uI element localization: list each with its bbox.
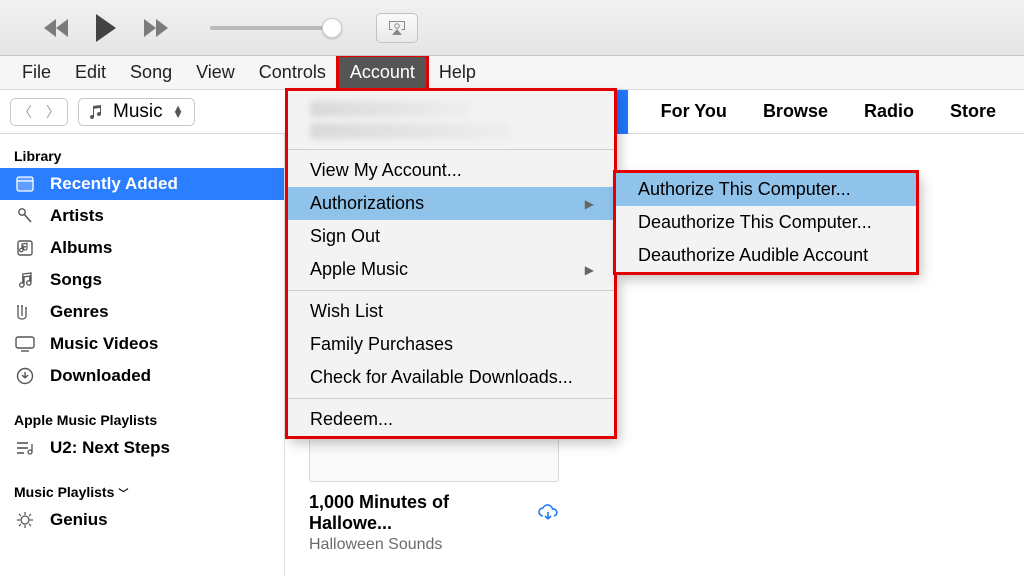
sidebar-header-music-playlists[interactable]: Music Playlists ﹀ (0, 478, 284, 504)
sidebar-item-label: U2: Next Steps (50, 438, 170, 458)
menu-edit[interactable]: Edit (63, 56, 118, 89)
menu-item-deauthorize-audible[interactable]: Deauthorize Audible Account (616, 239, 916, 272)
tab-browse[interactable]: Browse (763, 101, 828, 122)
tab-for-you[interactable]: For You (661, 101, 727, 122)
sidebar-item-label: Music Videos (50, 334, 158, 354)
menu-file[interactable]: File (10, 56, 63, 89)
menu-view[interactable]: View (184, 56, 247, 89)
picker-caret-icon: ▲▼ (173, 106, 184, 118)
submenu-arrow-icon: ▶ (585, 263, 594, 277)
guitar-icon (14, 303, 36, 321)
sidebar-item-label: Artists (50, 206, 104, 226)
volume-knob[interactable] (322, 18, 342, 38)
rewind-button[interactable] (40, 12, 72, 44)
menu-item-wish-list[interactable]: Wish List (288, 295, 614, 328)
sidebar-header-apple-playlists: Apple Music Playlists (0, 406, 284, 432)
tabs: For You Browse Radio Store (661, 101, 996, 122)
sidebar-item-downloaded[interactable]: Downloaded (0, 360, 284, 392)
media-picker-label: Music (113, 101, 163, 123)
sidebar-item-recently-added[interactable]: Recently Added (0, 168, 284, 200)
sidebar-item-songs[interactable]: Songs (0, 264, 284, 296)
album-title: 1,000 Minutes of Hallowe... (309, 492, 527, 534)
authorizations-submenu: Authorize This Computer... Deauthorize T… (615, 172, 917, 273)
tab-radio[interactable]: Radio (864, 101, 914, 122)
menu-item-family-purchases[interactable]: Family Purchases (288, 328, 614, 361)
menu-item-deauthorize-computer[interactable]: Deauthorize This Computer... (616, 206, 916, 239)
tab-store[interactable]: Store (950, 101, 996, 122)
menu-controls[interactable]: Controls (247, 56, 338, 89)
menu-item-apple-music[interactable]: Apple Music▶ (288, 253, 614, 286)
sidebar-item-label: Genres (50, 302, 109, 322)
account-menu: View My Account... Authorizations▶ Sign … (287, 90, 615, 437)
menu-bar: File Edit Song View Controls Account Hel… (0, 56, 1024, 90)
menu-account[interactable]: Account (338, 56, 427, 89)
sidebar: Library Recently Added Artists Albums So… (0, 134, 285, 576)
play-button[interactable] (90, 12, 122, 44)
account-email-redacted (310, 123, 510, 139)
calendar-icon (14, 175, 36, 193)
submenu-arrow-icon: ▶ (585, 197, 594, 211)
sidebar-item-artists[interactable]: Artists (0, 200, 284, 232)
volume-slider[interactable] (210, 26, 340, 30)
sidebar-item-label: Songs (50, 270, 102, 290)
playlist-icon (14, 440, 36, 456)
sidebar-item-label: Albums (50, 238, 112, 258)
playback-toolbar (0, 0, 1024, 56)
sidebar-item-label: Genius (50, 510, 108, 530)
menu-item-redeem[interactable]: Redeem... (288, 403, 614, 436)
tv-icon (14, 336, 36, 352)
mic-icon (14, 207, 36, 225)
sidebar-item-label: Recently Added (50, 174, 178, 194)
nav-back-button[interactable]: 〈 (11, 99, 39, 125)
sidebar-header-library: Library (0, 142, 284, 168)
download-icon (14, 367, 36, 385)
media-picker[interactable]: Music ▲▼ (78, 98, 195, 126)
playback-controls (0, 12, 418, 44)
music-note-icon (87, 104, 103, 120)
menu-item-sign-out[interactable]: Sign Out (288, 220, 614, 253)
album-icon (14, 239, 36, 257)
sidebar-item-u2-next-steps[interactable]: U2: Next Steps (0, 432, 284, 464)
sidebar-item-albums[interactable]: Albums (0, 232, 284, 264)
sidebar-item-label: Downloaded (50, 366, 151, 386)
airplay-button[interactable] (376, 13, 418, 43)
sidebar-item-genres[interactable]: Genres (0, 296, 284, 328)
sidebar-item-genius[interactable]: Genius (0, 504, 284, 536)
account-name-redacted (310, 101, 470, 117)
cloud-download-icon[interactable] (537, 504, 559, 522)
genius-icon (14, 511, 36, 529)
menu-item-authorizations[interactable]: Authorizations▶ (288, 187, 614, 220)
menu-item-view-my-account[interactable]: View My Account... (288, 154, 614, 187)
menu-song[interactable]: Song (118, 56, 184, 89)
menu-help[interactable]: Help (427, 56, 488, 89)
menu-item-authorize-computer[interactable]: Authorize This Computer... (616, 173, 916, 206)
album-subtitle: Halloween Sounds (309, 536, 559, 554)
note-icon (14, 271, 36, 289)
nav-forward-button[interactable]: 〉 (39, 99, 67, 125)
fast-forward-button[interactable] (140, 12, 172, 44)
nav-buttons: 〈 〉 (10, 98, 68, 126)
sidebar-item-music-videos[interactable]: Music Videos (0, 328, 284, 360)
menu-item-check-downloads[interactable]: Check for Available Downloads... (288, 361, 614, 394)
chevron-down-icon: ﹀ (118, 485, 128, 500)
